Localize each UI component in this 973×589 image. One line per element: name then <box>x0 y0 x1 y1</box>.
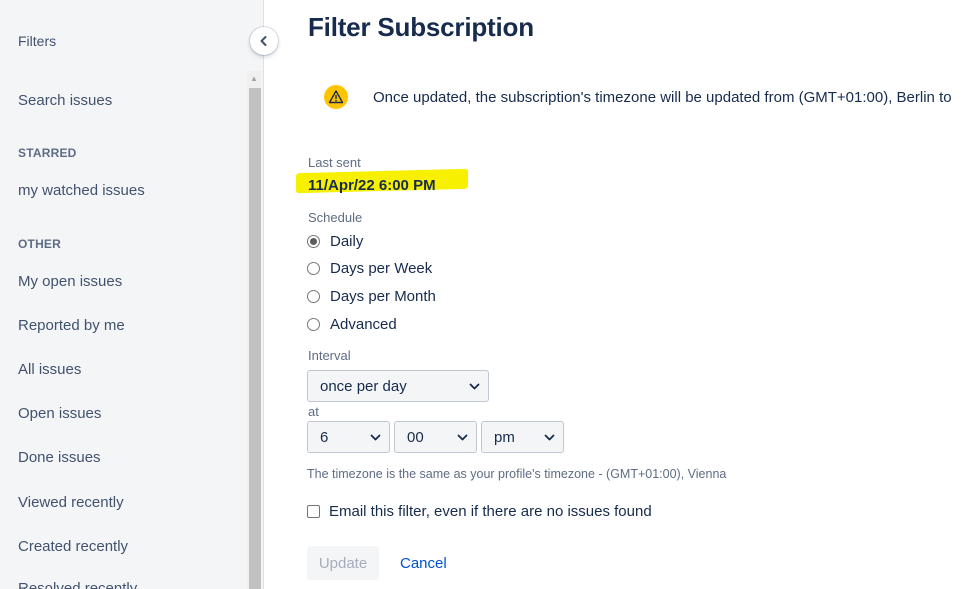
timezone-warning-message: Once updated, the subscription's timezon… <box>373 89 952 106</box>
sidebar: Filters Search issues STARRED my watched… <box>0 0 264 589</box>
last-sent-value: 11/Apr/22 6:00 PM <box>308 177 436 194</box>
sidebar-heading-other: OTHER <box>18 237 61 251</box>
radio-label-daily: Daily <box>330 233 364 250</box>
email-if-empty-checkbox[interactable] <box>307 505 320 518</box>
sidebar-title: Filters <box>18 33 57 49</box>
minute-select-value: 00 <box>407 428 424 446</box>
radio-advanced[interactable] <box>307 318 320 331</box>
warning-icon <box>324 85 348 109</box>
scroll-up-arrow-icon[interactable]: ▲ <box>248 73 260 85</box>
interval-select[interactable]: once per day <box>307 370 489 402</box>
cancel-link[interactable]: Cancel <box>400 555 447 572</box>
last-sent-label: Last sent <box>308 155 361 170</box>
email-if-empty-option[interactable]: Email this filter, even if there are no … <box>307 503 652 520</box>
sidebar-item-resolved-recently[interactable]: Resolved recently <box>18 580 137 589</box>
page-title: Filter Subscription <box>308 12 534 42</box>
hour-select-value: 6 <box>320 428 329 446</box>
chevron-down-icon <box>544 434 555 441</box>
ampm-select-value: pm <box>494 428 515 446</box>
sidebar-item-my-watched-issues[interactable]: my watched issues <box>18 182 145 199</box>
sidebar-heading-starred: STARRED <box>18 146 77 160</box>
chevron-left-icon <box>260 36 267 46</box>
update-button[interactable]: Update <box>307 546 379 580</box>
radio-daily[interactable] <box>307 235 320 248</box>
hour-select[interactable]: 6 <box>307 421 390 453</box>
email-if-empty-label: Email this filter, even if there are no … <box>329 503 652 520</box>
schedule-option-daily[interactable]: Daily <box>307 233 363 250</box>
sidebar-item-all-issues[interactable]: All issues <box>18 361 81 378</box>
radio-label-advanced: Advanced <box>330 316 397 333</box>
radio-days-per-month[interactable] <box>307 290 320 303</box>
ampm-select[interactable]: pm <box>481 421 564 453</box>
sidebar-item-reported-by-me[interactable]: Reported by me <box>18 317 125 334</box>
radio-label-days-per-month: Days per Month <box>330 288 436 305</box>
chevron-down-icon <box>457 434 468 441</box>
sidebar-item-viewed-recently[interactable]: Viewed recently <box>18 494 124 511</box>
radio-label-days-per-week: Days per Week <box>330 260 433 277</box>
collapse-sidebar-button[interactable] <box>250 27 278 55</box>
schedule-option-days-per-week[interactable]: Days per Week <box>307 260 432 277</box>
schedule-label: Schedule <box>308 210 363 225</box>
radio-days-per-week[interactable] <box>307 262 320 275</box>
sidebar-item-my-open-issues[interactable]: My open issues <box>18 273 122 290</box>
schedule-option-advanced[interactable]: Advanced <box>307 316 397 333</box>
interval-label: Interval <box>308 348 351 363</box>
interval-select-value: once per day <box>320 377 407 395</box>
chevron-down-icon <box>469 383 480 390</box>
sidebar-item-done-issues[interactable]: Done issues <box>18 449 101 466</box>
timezone-note: The timezone is the same as your profile… <box>307 467 727 481</box>
sidebar-item-created-recently[interactable]: Created recently <box>18 538 128 555</box>
sidebar-scrollbar-thumb[interactable] <box>249 88 261 589</box>
at-label: at <box>308 404 319 419</box>
schedule-option-days-per-month[interactable]: Days per Month <box>307 288 436 305</box>
sidebar-item-search-issues[interactable]: Search issues <box>18 92 112 109</box>
sidebar-item-open-issues[interactable]: Open issues <box>18 405 101 422</box>
chevron-down-icon <box>370 434 381 441</box>
minute-select[interactable]: 00 <box>394 421 477 453</box>
